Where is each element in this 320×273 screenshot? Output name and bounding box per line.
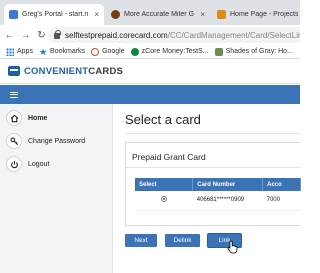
divider	[125, 133, 300, 134]
hand-cursor-icon	[227, 240, 238, 254]
delink-button[interactable]: Delink	[165, 234, 200, 247]
money-icon	[130, 47, 139, 56]
bookmarks-bar: Apps ★ Bookmarks Google zCore Money:Test…	[0, 45, 300, 59]
bookmark-google[interactable]: Google	[91, 47, 125, 56]
select-radio[interactable]	[160, 196, 167, 203]
divider	[126, 167, 301, 168]
account-cell: 7000	[262, 191, 301, 211]
bookmark-label: Bookmarks	[50, 48, 86, 55]
sidebar-item-label: Change Password	[28, 137, 86, 145]
browser-tab-bar: Greg's Portal - start.me × More Accurate…	[0, 0, 300, 25]
apps-grid-icon	[6, 47, 14, 56]
key-icon	[6, 133, 22, 149]
close-tab-icon[interactable]: ×	[200, 10, 205, 19]
close-tab-icon[interactable]: ×	[94, 10, 99, 19]
card-logo-icon	[8, 66, 20, 76]
url-path: /CC/CardManagement/Card/SelectLinke	[167, 30, 300, 40]
browser-tab-gregs-portal[interactable]: Greg's Portal - start.me ×	[4, 4, 104, 25]
browser-tab-home-page[interactable]: Home Page - Projects	[212, 4, 304, 25]
column-header-account[interactable]: Acco	[262, 178, 301, 191]
bookmark-label: Google	[102, 48, 125, 55]
next-button[interactable]: Next	[125, 234, 157, 247]
forward-arrow-icon[interactable]: →	[19, 30, 32, 41]
tab-title: Greg's Portal - start.me	[22, 11, 89, 18]
lock-icon	[54, 30, 61, 39]
sidebar-item-home[interactable]: Home	[6, 110, 47, 126]
top-menu-bar	[0, 85, 300, 104]
site-favicon-icon	[111, 10, 120, 19]
card-number-cell: 406681******0909	[192, 191, 263, 211]
sidebar-item-label: Logout	[28, 160, 50, 168]
reload-icon[interactable]: ↻	[35, 30, 48, 41]
address-bar[interactable]: selftestprepaid.corecard.com /CC/CardMan…	[48, 27, 300, 43]
panel-title: Prepaid Grant Card	[132, 152, 206, 162]
sidebar-item-label: Home	[28, 114, 48, 122]
app-header: CONVENIENTCARDS	[0, 59, 300, 84]
main-content: Select a card Prepaid Grant Card Select …	[113, 104, 301, 273]
bookmark-shades-of-gray[interactable]: Shades of Gray: Ho...	[214, 47, 293, 56]
card-panel: Prepaid Grant Card Select Card Number Ac…	[125, 142, 301, 226]
cards-table: Select Card Number Acco 406681******0909…	[135, 178, 301, 211]
column-header-card-number[interactable]: Card Number	[192, 178, 264, 191]
start-me-favicon-icon	[9, 10, 18, 19]
google-icon	[91, 47, 100, 56]
page-title: Select a card	[125, 112, 201, 127]
hamburger-menu-icon[interactable]	[10, 91, 18, 98]
brand-part-1: CONVENIENT	[24, 65, 89, 77]
tab-title: Home Page - Projects	[230, 11, 299, 18]
bookmark-apps[interactable]: Apps	[6, 47, 33, 56]
bookmark-label: Apps	[17, 48, 33, 55]
brand-logo[interactable]: CONVENIENTCARDS	[24, 66, 123, 77]
browser-toolbar: ← → ↻ selftestprepaid.corecard.com /CC/C…	[0, 25, 300, 45]
sidebar-item-change-password[interactable]: Change Password	[6, 133, 85, 149]
tab-title: More Accurate Miter Gauge	[124, 11, 195, 18]
back-arrow-icon[interactable]: ←	[3, 30, 16, 41]
bookmark-zcore-money[interactable]: zCore Money:TestS...	[130, 47, 209, 56]
power-icon	[6, 156, 22, 172]
table-row[interactable]: 406681******0909 7000	[135, 191, 301, 211]
select-cell	[135, 191, 193, 211]
column-header-select[interactable]: Select	[135, 178, 194, 191]
gray-icon	[214, 47, 223, 56]
site-favicon-icon	[217, 10, 226, 19]
browser-tab-miter-gauge[interactable]: More Accurate Miter Gauge ×	[106, 4, 210, 25]
star-icon: ★	[38, 46, 48, 57]
bookmark-label: zCore Money:TestS...	[141, 48, 209, 55]
url-host: selftestprepaid.corecard.com	[65, 30, 168, 40]
table-header-row: Select Card Number Acco	[135, 178, 301, 191]
bookmark-label: Shades of Gray: Ho...	[225, 48, 293, 55]
brand-part-2: CARDS	[88, 65, 124, 77]
bookmark-bookmarks[interactable]: ★ Bookmarks	[38, 46, 86, 57]
home-icon	[6, 110, 22, 126]
sidebar-item-logout[interactable]: Logout	[6, 156, 49, 172]
sidebar: Home Change Password Logout	[0, 104, 113, 273]
